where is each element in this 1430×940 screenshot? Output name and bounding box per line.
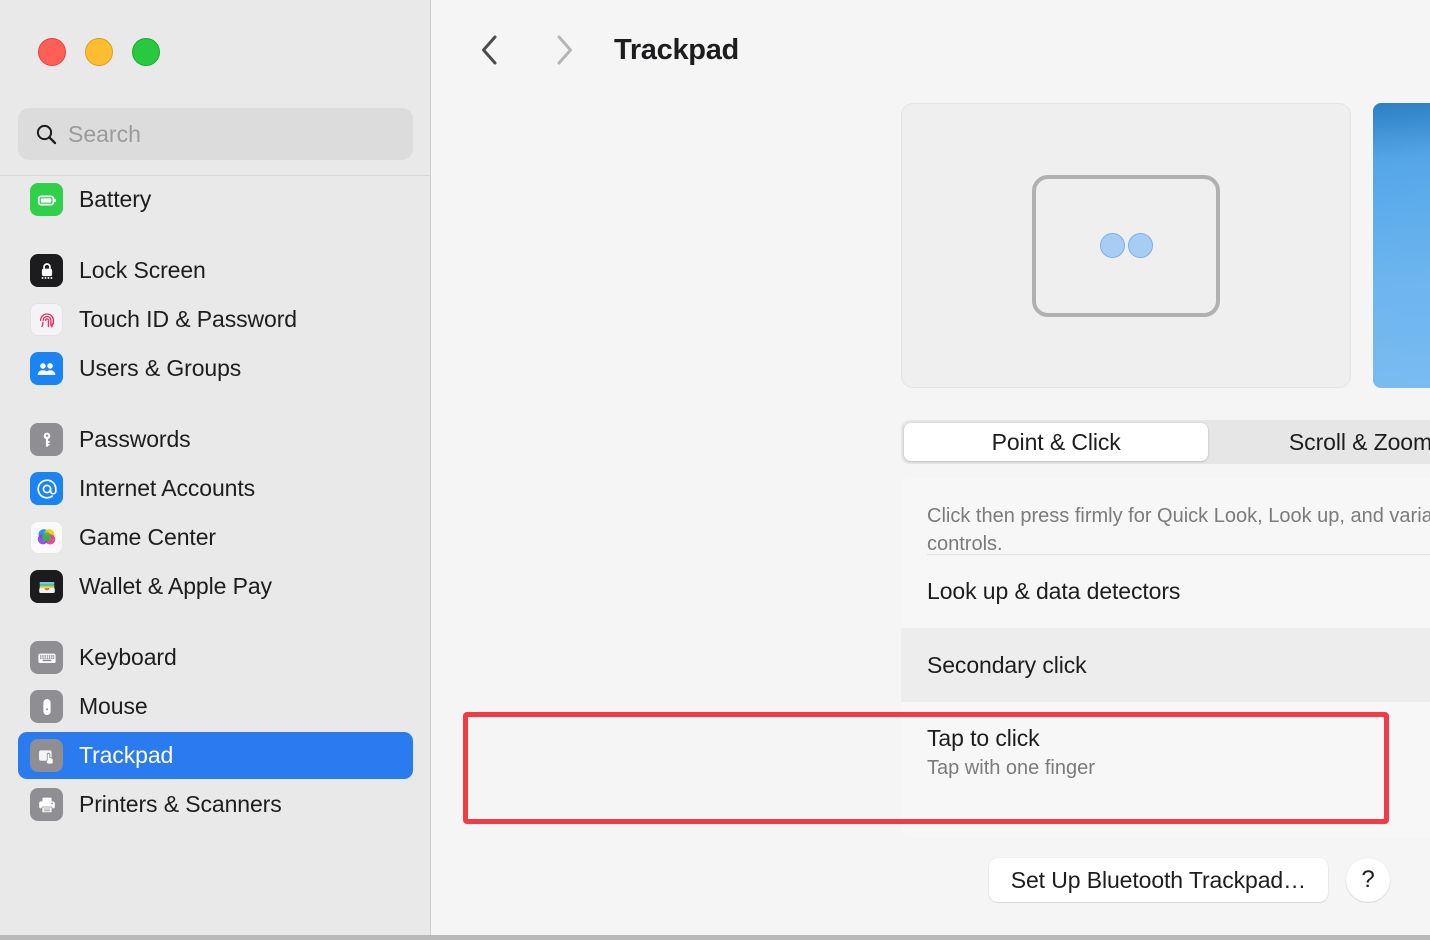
segmented-tab-control[interactable]: Point & Click Scroll & Zoom More Gesture… xyxy=(901,420,1430,464)
printer-icon xyxy=(30,788,63,821)
zoom-button[interactable] xyxy=(132,38,160,66)
sidebar-item-label: Lock Screen xyxy=(79,257,206,283)
game-center-icon xyxy=(30,521,63,554)
main-header: Trackpad xyxy=(431,0,1430,100)
key-icon xyxy=(30,423,63,456)
mouse-icon xyxy=(30,690,63,723)
page-title: Trackpad xyxy=(614,33,739,66)
footer-actions: Set Up Bluetooth Trackpad… ? xyxy=(988,858,1390,902)
sidebar-group-2: Lock Screen Touch ID & Password Users & … xyxy=(0,247,430,392)
fingerprint-icon xyxy=(30,303,63,336)
gesture-video-preview[interactable] xyxy=(1373,103,1430,388)
setting-row-title-clipped xyxy=(927,492,1430,498)
forward-button[interactable] xyxy=(542,28,586,72)
sidebar-item-label: Touch ID & Password xyxy=(79,306,297,332)
trackpad-outline xyxy=(1032,174,1220,317)
setting-row-subtitle: Click then press firmly for Quick Look, … xyxy=(927,505,1430,555)
sidebar-item-label: Users & Groups xyxy=(79,355,242,381)
search-icon xyxy=(34,122,58,146)
preview-row xyxy=(901,103,1430,388)
setting-row-label: Tap to click xyxy=(927,724,1040,751)
trackpad-gesture-illustration xyxy=(901,103,1351,388)
sidebar: Battery xyxy=(0,0,431,940)
setting-row-tap-to-click[interactable]: Tap to click Tap with one finger xyxy=(901,702,1430,802)
sidebar-group-3: Passwords Internet Accounts Game Center … xyxy=(0,416,430,610)
tab-label: Scroll & Zoom xyxy=(1288,428,1430,455)
sidebar-item-printers-scanners[interactable]: Printers & Scanners xyxy=(18,781,413,828)
setting-row-subtitle: Tap with one finger xyxy=(927,756,1095,779)
minimize-button[interactable] xyxy=(85,38,113,66)
window-traffic-lights xyxy=(38,38,160,66)
lock-icon xyxy=(30,254,63,287)
keyboard-icon xyxy=(30,641,63,674)
close-button[interactable] xyxy=(38,38,66,66)
users-icon xyxy=(30,352,63,385)
sidebar-item-passwords[interactable]: Passwords xyxy=(18,416,413,463)
row-divider xyxy=(927,554,1430,555)
sidebar-item-label: Keyboard xyxy=(79,644,177,670)
sidebar-item-users-groups[interactable]: Users & Groups xyxy=(18,345,413,392)
sidebar-item-battery[interactable]: Battery xyxy=(18,176,413,223)
window-bottom-edge xyxy=(0,935,1430,940)
main-content: Trackpad Point & Click Scroll & Zoom Cli… xyxy=(431,0,1430,940)
battery-icon xyxy=(30,183,63,216)
tab-point-and-click[interactable]: Point & Click xyxy=(904,423,1209,461)
sidebar-group-4: Keyboard Mouse Trackpad Printers & Scann… xyxy=(0,634,430,828)
sidebar-nav-list[interactable]: Battery Lock Screen Touch ID & Password … xyxy=(0,176,430,940)
system-settings-window: Battery xyxy=(0,0,1430,940)
at-sign-icon xyxy=(30,472,63,505)
wallet-icon xyxy=(30,570,63,603)
back-button[interactable] xyxy=(468,28,512,72)
sidebar-group-1: Battery xyxy=(0,176,430,223)
search-field[interactable] xyxy=(18,108,413,160)
sidebar-item-internet-accounts[interactable]: Internet Accounts xyxy=(18,465,413,512)
setting-row-label: Secondary click xyxy=(927,651,1087,678)
sidebar-item-touch-id[interactable]: Touch ID & Password xyxy=(18,296,413,343)
sidebar-item-label: Printers & Scanners xyxy=(79,791,282,817)
setting-row-look-up[interactable]: Look up & data detectors Force Click wit… xyxy=(901,554,1430,628)
sidebar-item-wallet[interactable]: Wallet & Apple Pay xyxy=(18,563,413,610)
sidebar-item-keyboard[interactable]: Keyboard xyxy=(18,634,413,681)
sidebar-item-label: Game Center xyxy=(79,524,216,550)
sidebar-item-game-center[interactable]: Game Center xyxy=(18,514,413,561)
sidebar-item-lock-screen[interactable]: Lock Screen xyxy=(18,247,413,294)
tab-label: Point & Click xyxy=(991,428,1121,455)
setting-row-force-click[interactable]: Click then press firmly for Quick Look, … xyxy=(901,478,1430,555)
search-input[interactable] xyxy=(68,120,397,148)
sidebar-item-mouse[interactable]: Mouse xyxy=(18,683,413,730)
sidebar-item-label: Wallet & Apple Pay xyxy=(79,573,272,599)
sidebar-item-label: Internet Accounts xyxy=(79,475,256,501)
help-button[interactable]: ? xyxy=(1346,858,1390,902)
sidebar-item-label: Battery xyxy=(79,186,152,212)
setting-row-secondary-click[interactable]: Secondary click Click or Tap with Two Fi… xyxy=(901,628,1430,702)
tap-to-click-text: Tap to click Tap with one finger xyxy=(927,725,1095,780)
tab-scroll-and-zoom[interactable]: Scroll & Zoom xyxy=(1208,423,1430,461)
set-up-bluetooth-trackpad-button[interactable]: Set Up Bluetooth Trackpad… xyxy=(988,858,1328,902)
sidebar-item-label: Mouse xyxy=(79,693,148,719)
sidebar-item-label: Trackpad xyxy=(79,742,174,768)
settings-card: Click then press firmly for Quick Look, … xyxy=(901,478,1430,838)
finger-dot xyxy=(1099,233,1125,258)
sidebar-item-trackpad[interactable]: Trackpad xyxy=(18,732,413,779)
trackpad-icon xyxy=(30,739,63,772)
finger-dot xyxy=(1127,233,1153,258)
setting-row-label: Look up & data detectors xyxy=(927,577,1181,604)
sidebar-item-label: Passwords xyxy=(79,426,191,452)
